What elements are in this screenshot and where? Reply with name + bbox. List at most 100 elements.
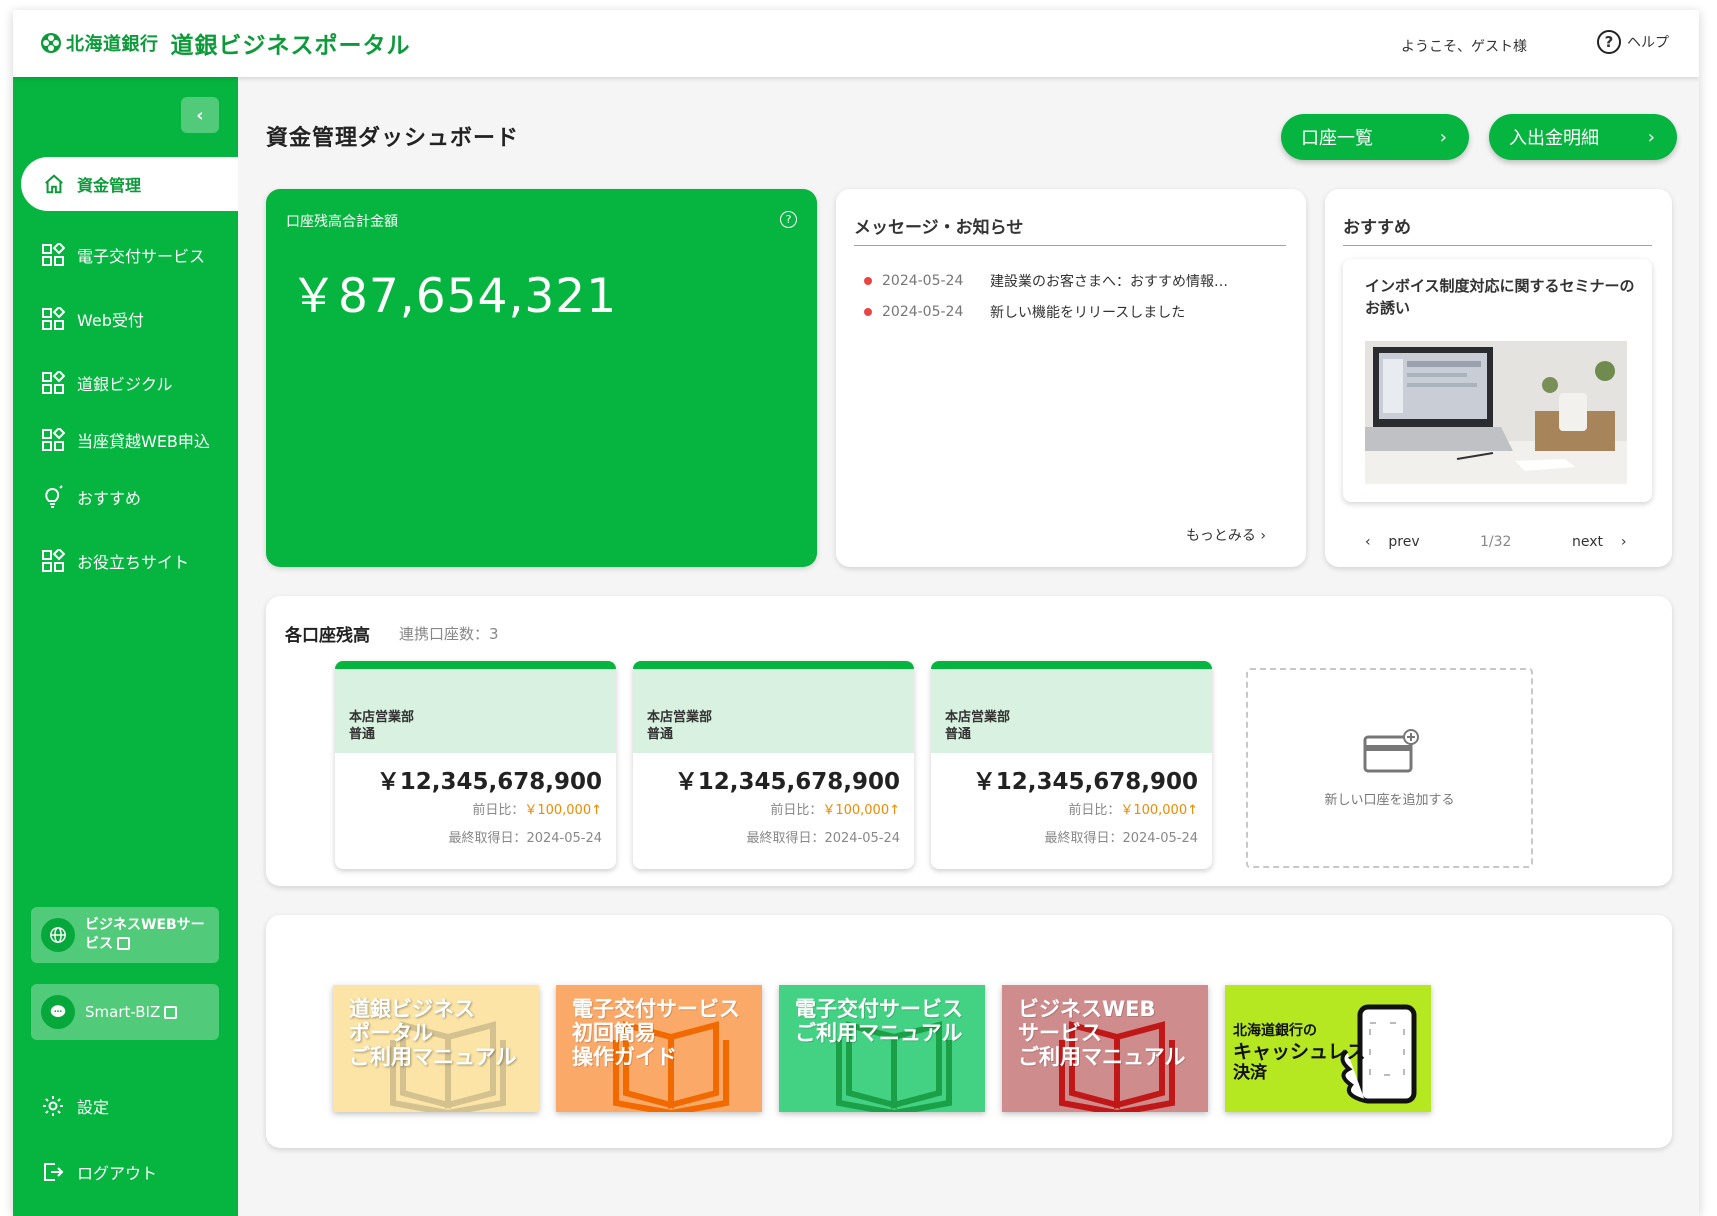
manual-title-line: 初回簡易 xyxy=(572,1021,656,1045)
manual-title: 電子交付サービス 初回簡易 操作ガイド xyxy=(572,997,740,1069)
help-icon[interactable]: ? xyxy=(780,211,797,228)
transactions-button[interactable]: 入出金明細 › xyxy=(1489,114,1677,160)
globe-icon xyxy=(41,918,75,952)
account-type: 普通 xyxy=(647,727,674,742)
sidebar-item-e-delivery[interactable]: 電子交付サービス xyxy=(13,235,238,275)
accounts-list-button[interactable]: 口座一覧 › xyxy=(1281,114,1469,160)
manual-business-web[interactable]: ビジネスWEB サービス ご利用マニュアル xyxy=(1002,985,1208,1112)
sidebar-item-recommend[interactable]: おすすめ xyxy=(13,477,238,517)
help-label: ヘルプ xyxy=(1627,35,1669,51)
manual-title-line: 操作ガイド xyxy=(572,1045,677,1069)
account-card[interactable]: 本店営業部 普通 ￥12,345,678,900 前日比：￥100,000↑ 最… xyxy=(931,661,1212,869)
message-text: 建設業のお客さまへ：おすすめ情報… xyxy=(990,274,1228,290)
accounts-list-label: 口座一覧 xyxy=(1301,128,1373,149)
account-card[interactable]: 本店営業部 普通 ￥12,345,678,900 前日比：￥100,000↑ 最… xyxy=(633,661,914,869)
portal-name: 道銀ビジネスポータル xyxy=(170,33,411,59)
external-link-icon xyxy=(117,937,130,950)
message-item[interactable]: 2024-05-24 建設業のお客さまへ：おすすめ情報… xyxy=(864,271,1228,291)
sidebar-item-settings[interactable]: 設定 xyxy=(13,1086,238,1126)
external-link-icon xyxy=(164,1005,178,1019)
message-date: 2024-05-24 xyxy=(882,273,964,289)
welcome-text: ようこそ、ゲスト様 xyxy=(1401,39,1527,55)
next-button[interactable]: next › xyxy=(1572,534,1626,550)
sidebar-collapse-button[interactable]: ‹ xyxy=(181,97,219,133)
business-web-label-line2: ビス xyxy=(85,936,113,952)
messages-title: メッセージ・お知らせ xyxy=(854,218,1024,238)
diff-amount: ￥100,000 xyxy=(524,803,592,818)
unread-dot-icon xyxy=(864,277,872,285)
prev-button[interactable]: ‹ prev xyxy=(1365,534,1420,550)
sidebar-item-logout[interactable]: ログアウト xyxy=(13,1152,238,1192)
seminar-photo xyxy=(1365,341,1627,484)
recommend-item[interactable]: インボイス制度対応に関するセミナーのお誘い xyxy=(1343,259,1652,502)
apps-grid-icon xyxy=(42,371,65,394)
sidebar-item-useful-sites[interactable]: お役立ちサイト xyxy=(13,541,238,581)
sidebar-item-fund-management[interactable]: 資金管理 xyxy=(21,157,238,211)
manual-title: 電子交付サービス ご利用マニュアル xyxy=(795,997,963,1045)
help-icon: ? xyxy=(1597,30,1621,54)
diff-label: 前日比： xyxy=(770,803,823,818)
chat-bubble-icon xyxy=(41,995,75,1029)
chevron-right-icon: › xyxy=(1616,534,1627,550)
recommend-title: おすすめ xyxy=(1343,218,1411,238)
section-divider xyxy=(1343,245,1652,246)
transactions-label: 入出金明細 xyxy=(1509,128,1599,149)
cashless-payment-banner[interactable]: 北海道銀行の キャッシュレス 決済 xyxy=(1225,985,1431,1112)
page-indicator: 1/32 xyxy=(1480,534,1512,550)
bank-logo[interactable]: 北海道銀行 道銀ビジネスポータル xyxy=(40,26,411,60)
sidebar-item-label: ログアウト xyxy=(77,1164,158,1183)
account-diff: 前日比：￥100,000↑ xyxy=(472,799,602,818)
total-balance-label: 口座残高合計金額 xyxy=(286,214,398,230)
total-balance-amount: ￥87,654,321 xyxy=(290,269,618,324)
manual-e-delivery[interactable]: 電子交付サービス ご利用マニュアル xyxy=(779,985,985,1112)
business-web-service-link[interactable]: ビジネスWEBサー ビス xyxy=(31,907,219,963)
apps-grid-icon xyxy=(42,549,65,572)
add-card-icon xyxy=(1363,728,1419,772)
manual-portal[interactable]: 道銀ビジネス ポータル ご利用マニュアル xyxy=(333,985,539,1112)
account-updated: 最終取得日：2024-05-24 xyxy=(1044,831,1198,846)
chevron-right-icon: › xyxy=(1439,126,1447,148)
apps-grid-icon xyxy=(42,428,65,451)
manual-title-line: 電子交付サービス xyxy=(795,997,963,1021)
message-item[interactable]: 2024-05-24 新しい機能をリリースしました xyxy=(864,302,1185,322)
account-card-header: 本店営業部 普通 xyxy=(931,661,1212,753)
add-account-label: 新しい口座を追加する xyxy=(1324,792,1455,808)
unread-dot-icon xyxy=(864,308,872,316)
see-more-link[interactable]: もっとみる › xyxy=(1186,525,1266,545)
sidebar-item-web-reception[interactable]: Web受付 xyxy=(13,299,238,339)
apps-grid-icon xyxy=(42,307,65,330)
sidebar-item-overdraft[interactable]: 当座貸越WEB申込 xyxy=(13,420,238,460)
manual-e-delivery-guide[interactable]: 電子交付サービス 初回簡易 操作ガイド xyxy=(556,985,762,1112)
sidebar-item-label: 資金管理 xyxy=(77,176,142,195)
prev-label: prev xyxy=(1388,534,1420,550)
account-branch: 本店営業部 xyxy=(647,710,713,725)
manual-title-line: ビジネスWEB xyxy=(1018,997,1156,1021)
manual-title-line: キャッシュレス xyxy=(1233,1041,1366,1063)
chevron-right-icon: › xyxy=(1647,126,1655,148)
add-account-button[interactable]: 新しい口座を追加する xyxy=(1246,668,1533,868)
account-diff: 前日比：￥100,000↑ xyxy=(1068,799,1198,818)
account-branch: 本店営業部 xyxy=(349,710,415,725)
arrow-up-icon: ↑ xyxy=(1187,803,1198,818)
manual-title-line: サービス xyxy=(1018,1021,1102,1045)
help-button[interactable]: ? ヘルプ xyxy=(1597,30,1669,54)
manual-title-line: ご利用マニュアル xyxy=(349,1045,517,1069)
manual-title: ビジネスWEB サービス ご利用マニュアル xyxy=(1018,997,1185,1069)
sidebar-item-label: お役立ちサイト xyxy=(77,553,190,572)
smart-biz-link[interactable]: Smart-BIZ xyxy=(31,984,219,1040)
see-more-label: もっとみる xyxy=(1185,528,1256,544)
message-text: 新しい機能をリリースしました xyxy=(990,305,1186,321)
manual-title-line: 道銀ビジネス xyxy=(349,997,475,1021)
chevron-left-icon: ‹ xyxy=(1365,534,1376,550)
recommend-card: おすすめ インボイス制度対応に関するセミナーのお誘い ‹ prev 1/32 n… xyxy=(1325,189,1672,567)
bank-logo-icon xyxy=(41,33,61,53)
diff-amount: ￥100,000 xyxy=(822,803,890,818)
chevron-right-icon: › xyxy=(1260,528,1266,544)
smart-biz-label: Smart-BIZ xyxy=(85,1002,161,1021)
account-card[interactable]: 本店営業部 普通 ￥12,345,678,900 前日比：￥100,000↑ 最… xyxy=(335,661,616,869)
lightbulb-icon xyxy=(45,485,63,508)
manual-title-line: ご利用マニュアル xyxy=(1018,1045,1186,1069)
sidebar-item-bizicle[interactable]: 道銀ビジクル xyxy=(13,363,238,403)
manual-title: 道銀ビジネス ポータル ご利用マニュアル xyxy=(349,997,516,1069)
linked-accounts-count: 連携口座数：3 xyxy=(399,625,499,643)
